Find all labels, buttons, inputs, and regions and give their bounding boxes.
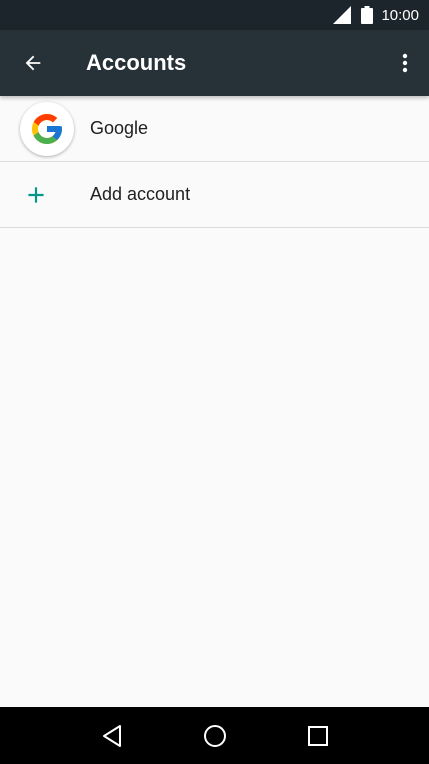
google-avatar xyxy=(20,101,74,156)
navigation-bar xyxy=(0,707,429,764)
battery-icon xyxy=(361,6,374,24)
nav-recents-button[interactable] xyxy=(298,716,338,756)
nav-back-button[interactable] xyxy=(92,716,132,756)
add-icon-slot xyxy=(0,162,90,228)
more-vert-icon xyxy=(402,53,408,73)
nav-home-button[interactable] xyxy=(195,716,235,756)
status-bar: 10:00 xyxy=(0,0,429,30)
more-options-button[interactable] xyxy=(381,30,429,96)
add-account-label: Add account xyxy=(90,184,191,204)
add-account-item[interactable]: Add account xyxy=(0,162,429,228)
screen: 10:00 Accounts Google Add account xyxy=(0,0,429,764)
back-button[interactable] xyxy=(0,30,66,96)
google-logo-icon xyxy=(32,113,62,144)
page-title: Accounts xyxy=(86,50,187,75)
accounts-list: Google Add account xyxy=(0,96,429,228)
back-triangle-icon xyxy=(102,724,121,747)
status-time: 10:00 xyxy=(381,6,419,24)
signal-icon xyxy=(333,6,352,24)
app-bar: Accounts xyxy=(0,30,429,96)
home-circle-icon xyxy=(203,724,226,747)
arrow-back-icon xyxy=(25,55,41,71)
plus-icon xyxy=(28,186,44,203)
account-icon-slot xyxy=(0,96,90,162)
account-item-google[interactable]: Google xyxy=(0,96,429,162)
account-label-google: Google xyxy=(90,118,149,138)
recents-square-icon xyxy=(307,725,328,746)
